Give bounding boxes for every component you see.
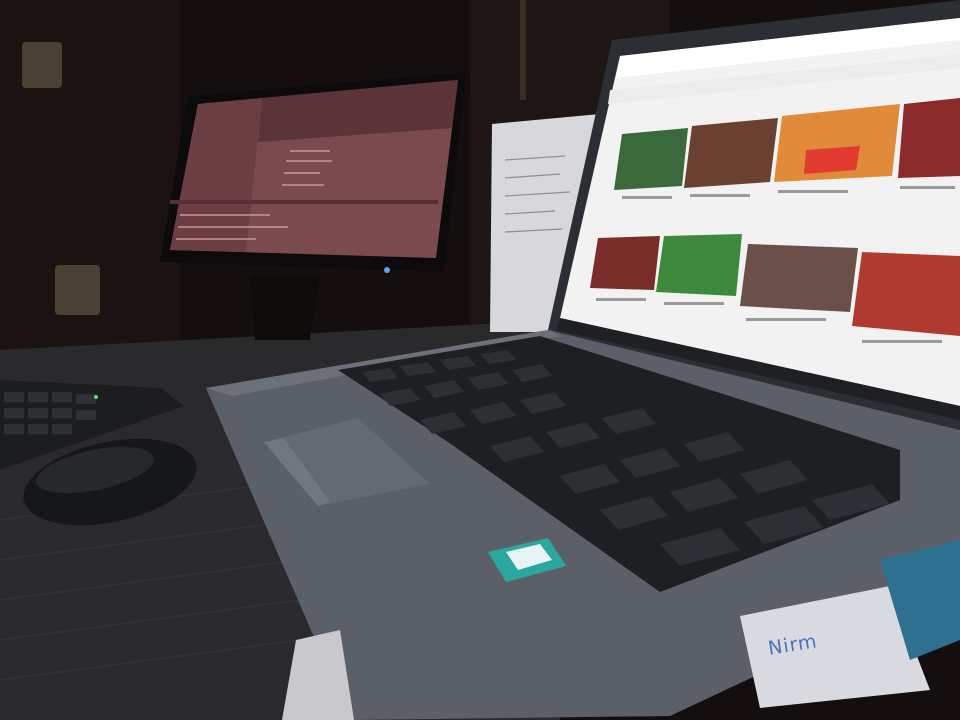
cabinet-handle-bottom bbox=[55, 265, 100, 315]
photo-scene bbox=[0, 0, 960, 720]
cabinet-handle-top bbox=[22, 42, 62, 88]
monitor-power-led bbox=[384, 267, 390, 273]
